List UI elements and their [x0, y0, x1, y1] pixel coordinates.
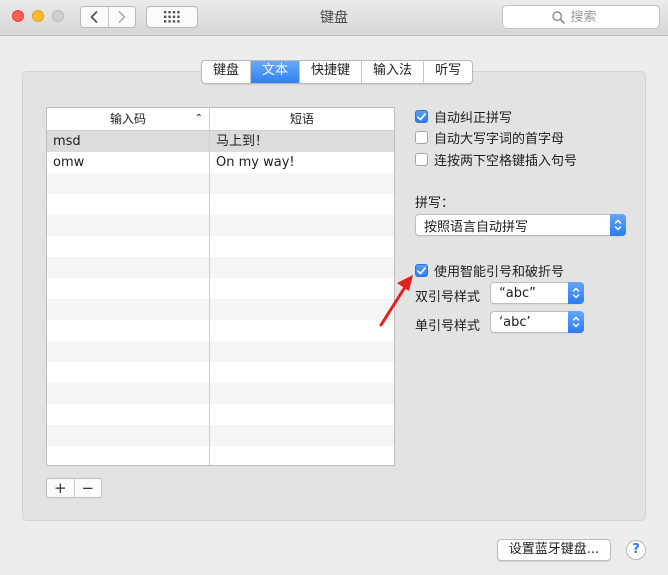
table-cell-code[interactable]: msd [47, 131, 210, 152]
chevron-left-icon [90, 11, 98, 23]
table-row-empty [47, 215, 394, 236]
auto-correct-label: 自动纠正拼写 [434, 111, 513, 126]
add-remove-control: + − [46, 478, 102, 498]
auto-capitalize-option[interactable]: 自动大写字词的首字母 [415, 128, 564, 147]
text-replacement-table[interactable]: 输入码 ⌃ 短语 msd 马上到！ omw On my way! [46, 107, 395, 466]
table-row-empty [47, 362, 394, 383]
search-field[interactable] [502, 5, 660, 29]
grid-icon [164, 11, 180, 23]
auto-correct-option[interactable]: 自动纠正拼写 [415, 107, 512, 126]
search-input[interactable] [570, 9, 611, 25]
tab-shortcuts[interactable]: 快捷键 [299, 61, 361, 83]
table-body: msd 马上到！ omw On my way! [47, 131, 394, 465]
single-quote-style-value: ‘abc’ [499, 314, 531, 330]
tab-keyboard[interactable]: 键盘 [202, 61, 250, 83]
tab-dictation[interactable]: 听写 [423, 61, 472, 83]
table-row-empty [47, 341, 394, 362]
double-quote-style-label: 双引号样式 [415, 290, 481, 305]
spelling-popup-value: 按照语言自动拼写 [424, 219, 529, 235]
double-space-period-option[interactable]: 连按两下空格键插入句号 [415, 150, 577, 169]
table-row-empty [47, 257, 394, 278]
tab-text[interactable]: 文本 [250, 61, 300, 83]
table-cell-code[interactable]: omw [47, 152, 210, 173]
auto-capitalize-checkbox[interactable] [415, 131, 428, 144]
table-row-empty [47, 425, 394, 446]
table-row-empty [47, 236, 394, 257]
chevron-right-icon [118, 11, 126, 23]
table-header: 输入码 ⌃ 短语 [47, 108, 394, 131]
column-header-code[interactable]: 输入码 ⌃ [47, 108, 210, 130]
chevron-up-down-icon [568, 282, 584, 304]
table-row-empty [47, 404, 394, 425]
table-row-empty [47, 320, 394, 341]
search-icon [551, 10, 565, 24]
title-bar: 键盘 [0, 0, 668, 36]
column-header-code-label: 输入码 [109, 112, 146, 126]
table-row[interactable]: omw On my way! [47, 152, 394, 173]
double-space-period-checkbox[interactable] [415, 153, 428, 166]
checkmark-icon [417, 266, 426, 274]
auto-capitalize-label: 自动大写字词的首字母 [434, 132, 565, 147]
chevron-up-down-icon [610, 214, 626, 236]
tab-bar: 键盘 文本 快捷键 输入法 听写 [201, 60, 474, 84]
smart-quotes-label: 使用智能引号和破折号 [434, 265, 565, 280]
remove-button[interactable]: − [73, 479, 102, 497]
table-cell-phrase[interactable]: 马上到！ [210, 131, 394, 152]
table-row-empty [47, 173, 394, 194]
column-header-phrase[interactable]: 短语 [210, 108, 394, 130]
table-row[interactable]: msd 马上到！ [47, 131, 394, 152]
single-quote-style-popup[interactable]: ‘abc’ [490, 311, 584, 333]
forward-button[interactable] [107, 7, 136, 27]
show-all-button[interactable] [146, 6, 198, 28]
auto-correct-checkbox[interactable] [415, 110, 428, 123]
double-quote-style-popup[interactable]: “abc” [490, 282, 584, 304]
checkmark-icon [417, 112, 426, 120]
table-row-empty [47, 446, 394, 465]
spelling-label: 拼写： [415, 196, 455, 211]
spelling-popup[interactable]: 按照语言自动拼写 [415, 214, 626, 236]
table-cell-phrase[interactable]: On my way! [210, 152, 394, 173]
minimize-window-button[interactable] [32, 10, 44, 22]
zoom-window-button[interactable] [52, 10, 64, 22]
table-row-empty [47, 278, 394, 299]
smart-quotes-option[interactable]: 使用智能引号和破折号 [415, 261, 564, 280]
chevron-up-down-icon [568, 311, 584, 333]
table-row-empty [47, 383, 394, 404]
smart-quotes-checkbox[interactable] [415, 264, 428, 277]
help-button[interactable]: ? [626, 540, 646, 560]
sort-ascending-icon: ⌃ [194, 113, 203, 124]
setup-bluetooth-keyboard-button[interactable]: 设置蓝牙键盘... [497, 539, 611, 561]
nav-back-forward [80, 6, 136, 28]
double-quote-style-value: “abc” [499, 285, 536, 301]
close-window-button[interactable] [12, 10, 24, 22]
double-space-period-label: 连按两下空格键插入句号 [434, 154, 578, 169]
single-quote-style-label: 单引号样式 [415, 319, 481, 334]
back-button[interactable] [81, 7, 108, 27]
tab-input-sources[interactable]: 输入法 [361, 61, 423, 83]
table-row-empty [47, 299, 394, 320]
add-button[interactable]: + [47, 479, 74, 497]
table-row-empty [47, 194, 394, 215]
